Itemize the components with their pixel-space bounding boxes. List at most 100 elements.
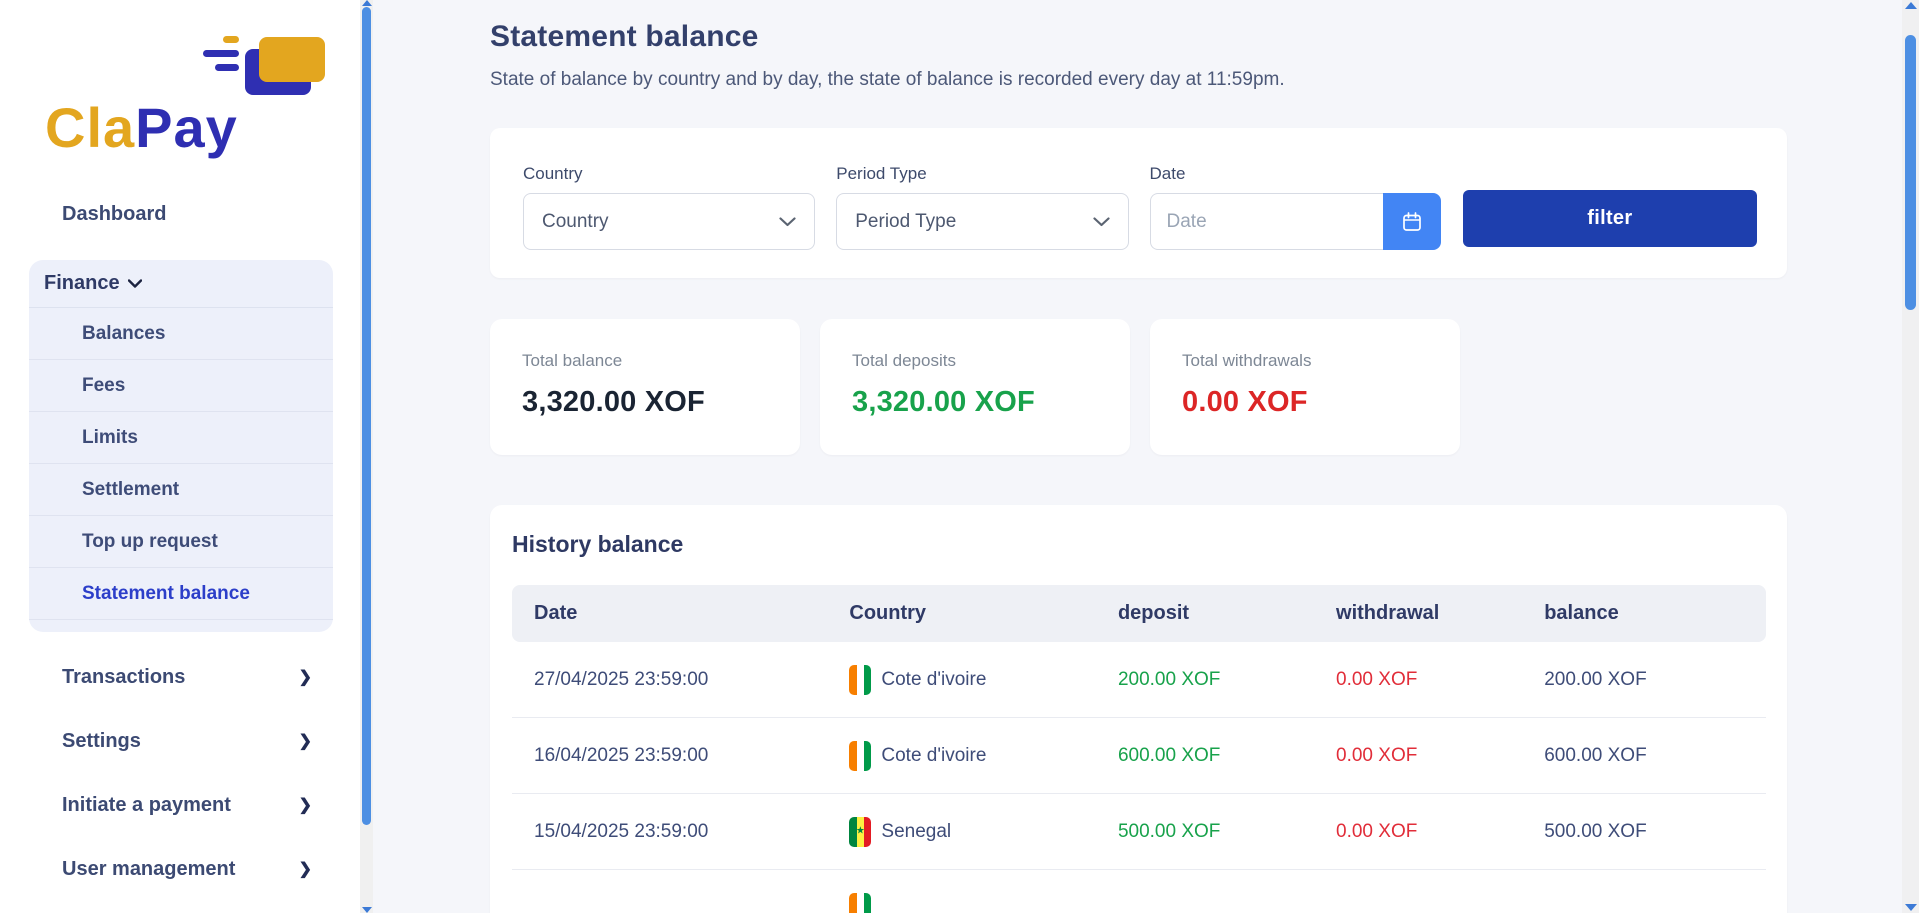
row-date: 27/04/2025 23:59:00 [534,669,849,691]
brand-name: ClaPay [45,95,238,160]
sidebar-item-statement-balance[interactable]: Statement balance [29,568,333,620]
date-field: Date [1150,164,1442,250]
row-country: ★ Senegal [849,817,1118,847]
period-type-field: Period Type Period Type [836,164,1128,250]
senegal-flag-icon: ★ [849,817,871,847]
chevron-right-icon: ❯ [299,731,312,751]
total-withdrawals-card: Total withdrawals 0.00 XOF [1150,319,1460,455]
row-balance: 200.00 XOF [1544,669,1766,691]
chevron-down-icon [779,217,796,227]
sidebar-item-finance[interactable]: Finance [29,260,333,308]
chevron-right-icon: ❯ [299,859,312,879]
country-field: Country Country [523,164,815,250]
column-header-balance: balance [1544,602,1766,625]
country-label: Country [523,164,815,184]
table-row[interactable]: 16/04/2025 23:59:00 Cote d'ivoire 600.00… [512,718,1766,794]
total-deposits-value: 3,320.00 XOF [852,386,1098,419]
sidebar-item-balances[interactable]: Balances [29,308,333,360]
sidebar-item-label: Settings [62,730,141,753]
chevron-down-icon [1093,217,1110,227]
sidebar-item-dashboard[interactable]: Dashboard [62,200,312,228]
total-balance-label: Total balance [522,351,768,371]
main-scrollbar[interactable] [1902,0,1919,913]
row-deposit: 500.00 XOF [1118,821,1336,843]
sidebar-item-label: Transactions [62,666,185,689]
sidebar-item-transactions[interactable]: Transactions ❯ [62,663,312,691]
row-country-name: Senegal [881,821,951,843]
sidebar-item-user-management[interactable]: User management ❯ [62,855,312,883]
total-balance-card: Total balance 3,320.00 XOF [490,319,800,455]
date-picker-button[interactable] [1383,193,1441,250]
chevron-right-icon: ❯ [299,667,312,687]
total-withdrawals-value: 0.00 XOF [1182,386,1428,419]
chevron-down-icon [128,279,142,288]
sidebar-item-label: User management [62,858,235,881]
filter-button[interactable]: filter [1463,190,1757,247]
row-country [849,893,1118,913]
cote-divoire-flag-icon [849,893,871,913]
sidebar-item-label: Finance [44,272,120,295]
main-scrollbar-thumb[interactable] [1905,35,1916,310]
row-date: 16/04/2025 23:59:00 [534,745,849,767]
scroll-down-icon[interactable] [362,907,372,913]
row-withdrawal: 0.00 XOF [1336,745,1544,767]
row-country-name: Cote d'ivoire [881,745,986,767]
sidebar-scrollbar[interactable] [360,0,373,913]
row-country: Cote d'ivoire [849,741,1118,771]
row-withdrawal: 0.00 XOF [1336,669,1544,691]
row-withdrawal: 0.00 XOF [1336,821,1544,843]
sidebar-group-finance: Finance Balances Fees Limits Settlement … [29,260,333,632]
scroll-up-icon[interactable] [1905,2,1917,9]
sidebar-item-settings[interactable]: Settings ❯ [62,727,312,755]
table-row[interactable]: 15/04/2025 23:59:00 ★ Senegal 500.00 XOF… [512,794,1766,870]
sidebar-item-label: Initiate a payment [62,794,231,817]
column-header-withdrawal: withdrawal [1336,602,1544,625]
period-type-label: Period Type [836,164,1128,184]
sidebar-item-top-up-request[interactable]: Top up request [29,516,333,568]
country-select-value: Country [542,211,609,233]
row-country: Cote d'ivoire [849,665,1118,695]
row-deposit: 200.00 XOF [1118,669,1336,691]
chevron-right-icon: ❯ [299,795,312,815]
table-row[interactable]: 27/04/2025 23:59:00 Cote d'ivoire 200.00… [512,642,1766,718]
row-deposit: 600.00 XOF [1118,745,1336,767]
total-balance-value: 3,320.00 XOF [522,386,768,419]
scroll-down-icon[interactable] [1905,904,1917,911]
table-row-partial[interactable] [512,870,1766,913]
row-country-name: Cote d'ivoire [881,669,986,691]
scroll-up-icon[interactable] [362,0,372,6]
total-deposits-label: Total deposits [852,351,1098,371]
table-header-row: Date Country deposit withdrawal balance [512,585,1766,642]
date-input[interactable] [1150,193,1383,250]
row-balance: 600.00 XOF [1544,745,1766,767]
history-panel: History balance Date Country deposit wit… [490,505,1787,913]
summary-cards: Total balance 3,320.00 XOF Total deposit… [490,319,1787,455]
cote-divoire-flag-icon [849,741,871,771]
row-balance: 500.00 XOF [1544,821,1766,843]
history-table: Date Country deposit withdrawal balance … [512,585,1766,913]
brand-card-icon [185,34,345,98]
total-withdrawals-label: Total withdrawals [1182,351,1428,371]
sidebar: ClaPay Dashboard Finance Balances Fees L… [0,0,360,913]
sidebar-item-initiate-a-payment[interactable]: Initiate a payment ❯ [62,791,312,819]
calendar-icon [1401,211,1423,233]
row-date: 15/04/2025 23:59:00 [534,821,849,843]
sidebar-item-label: Dashboard [62,203,166,226]
column-header-deposit: deposit [1118,602,1336,625]
filter-panel: Country Country Period Type Period Type … [490,128,1787,278]
date-label: Date [1150,164,1442,184]
history-heading: History balance [512,531,1766,558]
sidebar-item-settlement[interactable]: Settlement [29,464,333,516]
column-header-country: Country [849,602,1118,625]
country-select[interactable]: Country [523,193,815,250]
brand-name-blue: Pay [135,96,238,159]
sidebar-scrollbar-thumb[interactable] [362,7,371,825]
total-deposits-card: Total deposits 3,320.00 XOF [820,319,1130,455]
senegal-star-icon: ★ [849,826,871,836]
period-type-select[interactable]: Period Type [836,193,1128,250]
sidebar-item-fees[interactable]: Fees [29,360,333,412]
sidebar-item-limits[interactable]: Limits [29,412,333,464]
cote-divoire-flag-icon [849,665,871,695]
page-title: Statement balance [490,20,1787,54]
main-content: Statement balance State of balance by co… [373,0,1902,913]
